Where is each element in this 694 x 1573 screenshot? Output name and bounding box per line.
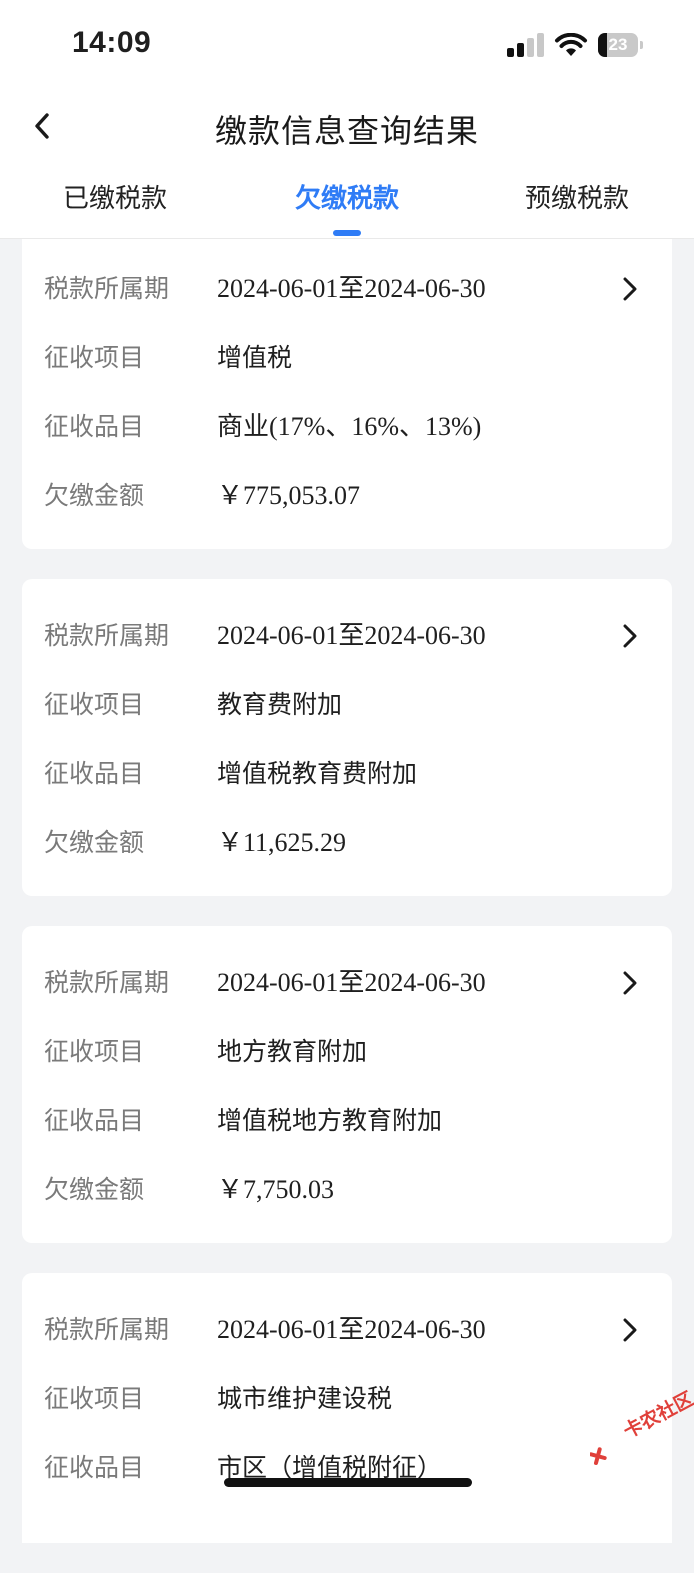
item-value: 城市维护建设税 (217, 1384, 393, 1413)
period-label: 税款所属期 (44, 968, 170, 997)
item-value: 增值税 (217, 343, 293, 372)
amount-label: 欠缴金额 (44, 481, 145, 510)
status-time: 14:09 (72, 26, 152, 59)
amount-value: ￥775,053.07 (217, 481, 361, 510)
category-value: 增值税地方教育附加 (217, 1106, 443, 1135)
category-label: 征收品目 (44, 1106, 145, 1135)
category-value: 增值税教育费附加 (217, 759, 418, 788)
item-label: 征收项目 (44, 690, 145, 719)
battery-level: 23 (608, 35, 628, 54)
status-bar: 14:09 23 (0, 0, 694, 92)
amount-value: ￥11,625.29 (217, 828, 347, 857)
tab-prepaid-taxes[interactable]: 预缴税款 (502, 178, 652, 215)
tab-unpaid-taxes[interactable]: 欠缴税款 (272, 178, 422, 215)
category-value: 商业(17%、16%、13%) (217, 412, 482, 441)
category-label: 征收品目 (44, 1453, 145, 1482)
item-value: 地方教育附加 (217, 1037, 368, 1066)
item-value: 教育费附加 (217, 690, 343, 719)
home-indicator[interactable] (224, 1478, 472, 1487)
item-label: 征收项目 (44, 1037, 145, 1066)
tab-paid-taxes[interactable]: 已缴税款 (40, 178, 190, 215)
amount-label: 欠缴金额 (44, 1175, 145, 1204)
category-label: 征收品目 (44, 759, 145, 788)
period-value: 2024-06-01至2024-06-30 (217, 1315, 486, 1344)
chevron-right-icon[interactable] (620, 968, 640, 998)
item-label: 征收项目 (44, 343, 145, 372)
period-label: 税款所属期 (44, 1315, 170, 1344)
navigation-bar: 缴款信息查询结果 (0, 92, 694, 160)
category-label: 征收品目 (44, 412, 145, 441)
period-label: 税款所属期 (44, 274, 170, 303)
period-value: 2024-06-01至2024-06-30 (217, 274, 486, 303)
tax-record-card[interactable]: 税款所属期 2024-06-01至2024-06-30 征收项目 增值税 征收品… (22, 239, 672, 549)
active-tab-indicator (333, 230, 361, 236)
tax-record-card[interactable]: 税款所属期 2024-06-01至2024-06-30 征收项目 城市维护建设税… (22, 1273, 672, 1543)
amount-label: 欠缴金额 (44, 828, 145, 857)
page-title: 缴款信息查询结果 (214, 112, 479, 150)
amount-value: ￥7,750.03 (217, 1175, 335, 1204)
item-label: 征收项目 (44, 1384, 145, 1413)
period-value: 2024-06-01至2024-06-30 (217, 968, 486, 997)
chevron-right-icon[interactable] (620, 274, 640, 304)
wifi-icon (555, 33, 587, 56)
tax-record-card[interactable]: 税款所属期 2024-06-01至2024-06-30 征收项目 教育费附加 征… (22, 579, 672, 896)
chevron-right-icon[interactable] (620, 1315, 640, 1345)
cellular-signal-icon (507, 33, 545, 57)
tax-record-card[interactable]: 税款所属期 2024-06-01至2024-06-30 征收项目 地方教育附加 … (22, 926, 672, 1243)
battery-icon: 23 (598, 33, 643, 57)
chevron-right-icon[interactable] (620, 621, 640, 651)
period-value: 2024-06-01至2024-06-30 (217, 621, 486, 650)
tab-bar: 已缴税款 欠缴税款 预缴税款 (0, 160, 694, 239)
period-label: 税款所属期 (44, 621, 170, 650)
tax-record-list: 税款所属期 2024-06-01至2024-06-30 征收项目 增值税 征收品… (22, 239, 672, 1573)
